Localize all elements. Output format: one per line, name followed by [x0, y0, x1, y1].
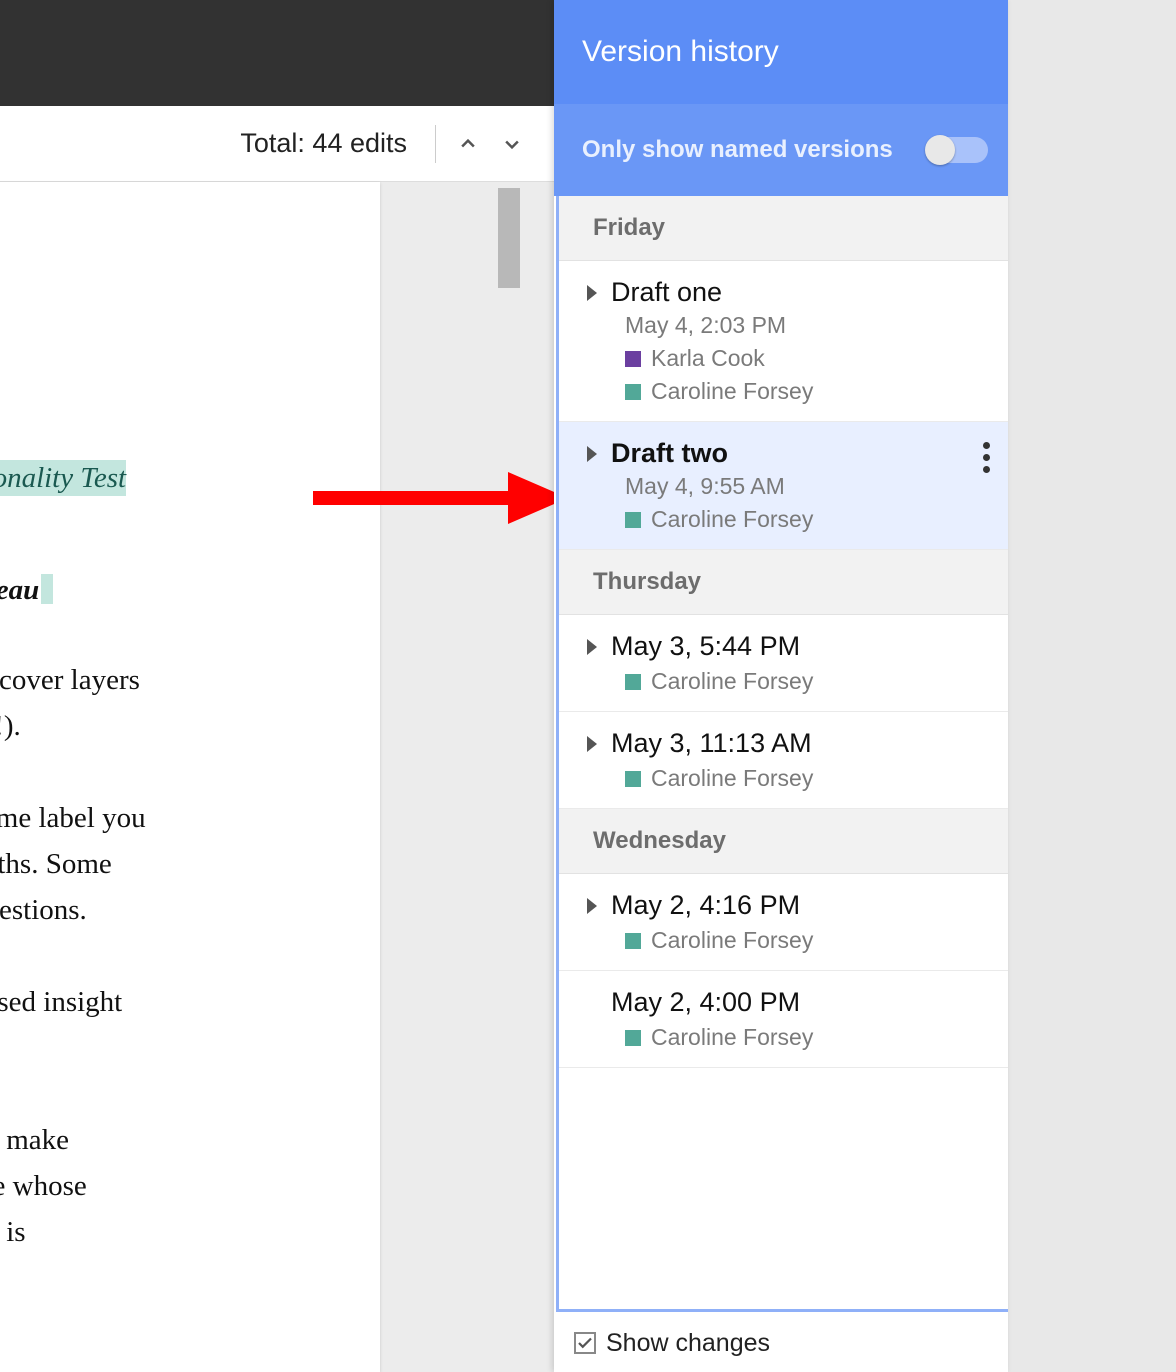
editor-name: Caroline Forsey — [651, 378, 813, 405]
edits-toolbar: Total: 44 edits — [0, 106, 554, 182]
doc-highlighted-text: rsonality Test — [0, 460, 126, 496]
editor-name: Caroline Forsey — [651, 506, 813, 533]
doc-text-line — [0, 1071, 380, 1117]
editor-name: Karla Cook — [651, 345, 765, 372]
doc-author-fragment: oreau — [0, 574, 39, 606]
show-changes-row: Show changes — [554, 1314, 1008, 1372]
document-page[interactable]: rsonality Test oreau uncover layersrd!).… — [0, 182, 380, 1372]
doc-text-line: rd!). — [0, 703, 380, 749]
editor-row: Caroline Forsey — [625, 927, 996, 954]
editor-color-icon — [625, 1030, 641, 1046]
show-changes-label: Show changes — [606, 1329, 770, 1358]
editor-name: Caroline Forsey — [651, 1024, 813, 1051]
more-options-icon[interactable] — [983, 442, 990, 473]
editor-color-icon — [625, 512, 641, 528]
doc-text-line — [0, 749, 380, 795]
total-edits-label: Total: 44 edits — [240, 128, 407, 159]
panel-title: Version history — [582, 35, 779, 69]
day-header: Wednesday — [559, 809, 1008, 874]
expand-triangle-icon[interactable] — [587, 285, 597, 301]
day-header: Thursday — [559, 550, 1008, 615]
editor-color-icon — [625, 771, 641, 787]
chevron-up-icon — [458, 134, 478, 154]
version-item[interactable]: May 3, 11:13 AM Caroline Forsey — [559, 712, 1008, 809]
cursor-highlight — [41, 574, 53, 604]
prev-edit-button[interactable] — [446, 122, 490, 166]
version-history-panel: Version history Only show named versions… — [554, 0, 1008, 1372]
version-timestamp: May 4, 9:55 AM — [625, 473, 996, 500]
next-edit-button[interactable] — [490, 122, 534, 166]
doc-text-line: some label you — [0, 795, 380, 841]
version-item[interactable]: May 2, 4:00 PM Caroline Forsey — [559, 971, 1008, 1068]
version-list[interactable]: Friday Draft one May 4, 2:03 PM Karla Cook C… — [556, 196, 1008, 1312]
named-versions-row: Only show named versions — [554, 104, 1008, 196]
doc-text-line — [0, 933, 380, 979]
version-item[interactable]: May 2, 4:16 PM Caroline Forsey — [559, 874, 1008, 971]
expand-triangle-icon[interactable] — [587, 639, 597, 655]
editor-color-icon — [625, 351, 641, 367]
editor-row: Caroline Forsey — [625, 378, 996, 405]
check-icon — [576, 1334, 594, 1352]
panel-header: Version history — [554, 0, 1008, 104]
version-title: Draft one — [611, 277, 722, 308]
doc-text-line: paths. Some — [0, 841, 380, 887]
doc-text-line: t. — [0, 1025, 380, 1071]
doc-text-line: pased insight — [0, 979, 380, 1025]
doc-text-line: questions. — [0, 887, 380, 933]
version-item[interactable]: Draft two May 4, 9:55 AM Caroline Forsey — [559, 422, 1008, 550]
version-item[interactable]: May 3, 5:44 PM Caroline Forsey — [559, 615, 1008, 712]
day-header: Friday — [559, 196, 1008, 261]
version-title: May 3, 11:13 AM — [611, 728, 812, 759]
editor-color-icon — [625, 933, 641, 949]
version-item[interactable]: Draft one May 4, 2:03 PM Karla Cook Carolin… — [559, 261, 1008, 422]
doc-text-line: ou make — [0, 1117, 380, 1163]
show-changes-checkbox[interactable] — [574, 1332, 596, 1354]
toolbar-separator — [435, 125, 436, 163]
version-title: May 2, 4:16 PM — [611, 890, 800, 921]
named-versions-toggle[interactable] — [926, 137, 988, 163]
version-title: May 3, 5:44 PM — [611, 631, 800, 662]
version-timestamp: May 4, 2:03 PM — [625, 312, 996, 339]
editor-row: Karla Cook — [625, 345, 996, 372]
toggle-knob — [925, 135, 955, 165]
doc-text-line: uncover layers — [0, 657, 380, 703]
editor-row: Caroline Forsey — [625, 765, 996, 792]
version-title: May 2, 4:00 PM — [611, 987, 800, 1018]
app-top-bar — [0, 0, 554, 106]
editor-color-icon — [625, 674, 641, 690]
editor-name: Caroline Forsey — [651, 765, 813, 792]
doc-text-line: on is — [0, 1209, 380, 1255]
named-versions-label: Only show named versions — [582, 136, 893, 164]
editor-name: Caroline Forsey — [651, 927, 813, 954]
expand-triangle-icon[interactable] — [587, 898, 597, 914]
expand-triangle-icon[interactable] — [587, 736, 597, 752]
editor-color-icon — [625, 384, 641, 400]
editor-row: Caroline Forsey — [625, 506, 996, 533]
editor-row: Caroline Forsey — [625, 1024, 996, 1051]
editor-row: Caroline Forsey — [625, 668, 996, 695]
version-title: Draft two — [611, 438, 728, 469]
editor-name: Caroline Forsey — [651, 668, 813, 695]
doc-text-line: ple whose — [0, 1163, 380, 1209]
expand-triangle-icon[interactable] — [587, 446, 597, 462]
chevron-down-icon — [502, 134, 522, 154]
scrollbar-thumb[interactable] — [498, 188, 520, 288]
